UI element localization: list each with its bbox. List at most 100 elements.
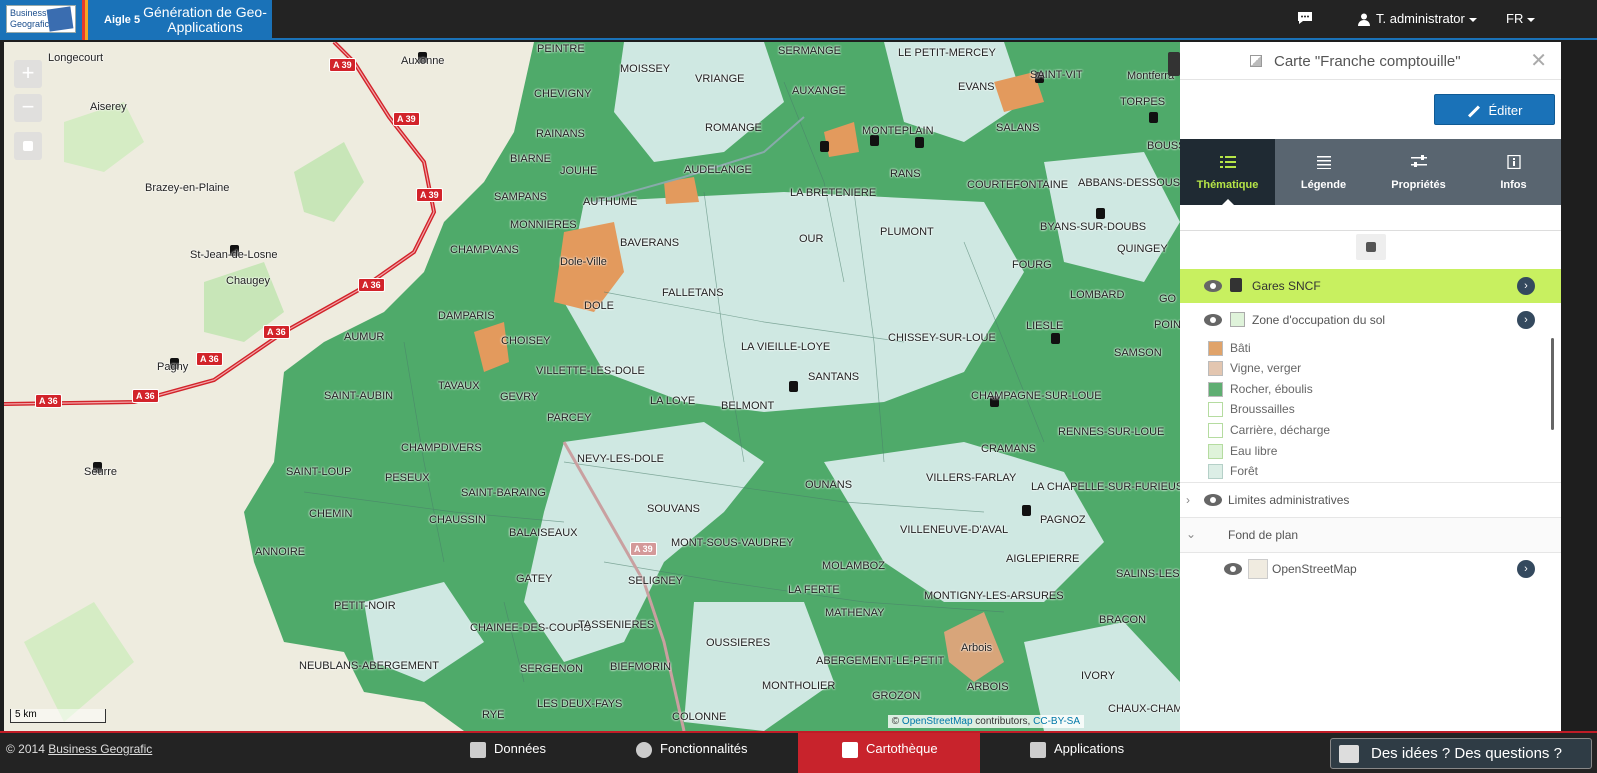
center-map-button[interactable] (1356, 234, 1386, 260)
sliders-icon (1411, 155, 1427, 169)
legend-scrollbar[interactable] (1551, 338, 1554, 430)
place-label: Aiserey (90, 101, 127, 113)
brand-version: Aigle 5 (104, 14, 141, 26)
place-label: CHEVIGNY (534, 88, 592, 100)
map-icon (1250, 55, 1262, 67)
business-geografic-link[interactable]: Business Geografic (48, 742, 152, 756)
tab-thematique[interactable]: Thématique (1180, 139, 1275, 205)
tab-spacer (1180, 205, 1561, 231)
language-menu[interactable]: FR (1506, 11, 1536, 26)
place-label: LA CHAPELLE-SUR-FURIEUSE (1031, 481, 1180, 493)
station-marker-icon[interactable] (820, 141, 829, 152)
place-label: GEVRY (500, 391, 539, 403)
map-canvas[interactable]: A 39 A 39 A 39 A 36 A 36 A 36 A 36 A 36 … (4, 42, 1180, 731)
brand[interactable]: Business Geografic Aigle 5 Génération de… (0, 0, 272, 40)
road-shield: A 36 (263, 325, 290, 339)
layer-openstreetmap[interactable]: OpenStreetMap › (1180, 552, 1561, 586)
tab-infos[interactable]: Infos (1466, 139, 1561, 205)
station-marker-icon[interactable] (1096, 208, 1105, 219)
place-label: RAINANS (536, 128, 585, 140)
place-label: SAINT-BARAING (461, 487, 546, 499)
tab-proprietes[interactable]: Propriétés (1371, 139, 1466, 205)
nav-fonctionnalites[interactable]: Fonctionnalités (636, 733, 786, 773)
eye-icon[interactable] (1204, 314, 1222, 326)
place-label: CHEMIN (309, 508, 353, 520)
nav-donnees[interactable]: Données (470, 733, 610, 773)
close-icon[interactable]: ✕ (1530, 48, 1547, 73)
place-label: RYE (482, 709, 505, 721)
station-marker-icon[interactable] (1022, 505, 1031, 516)
chevron-right-icon[interactable]: › (1186, 493, 1190, 507)
list-icon (1220, 155, 1236, 169)
place-label: ABBANS-DESSOUS (1078, 177, 1180, 189)
place-label: SANTANS (808, 371, 860, 383)
place-label: PARCEY (547, 412, 592, 424)
place-label: MONT-SOUS-VAUDREY (671, 537, 794, 549)
layer-gares-sncf[interactable]: Gares SNCF › (1180, 269, 1561, 303)
chevron-right-icon[interactable]: › (1517, 311, 1535, 329)
layer-limites-administratives[interactable]: › Limites administratives (1180, 483, 1561, 517)
feedback-button[interactable]: Des idées ? Des questions ? (1330, 738, 1592, 769)
lines-icon (1316, 155, 1332, 169)
place-label: SERGENON (520, 663, 583, 675)
zoom-in-button[interactable]: + (14, 60, 42, 88)
legend-swatch (1208, 361, 1223, 376)
eye-icon[interactable] (1204, 494, 1222, 506)
place-label: CHOISEY (501, 335, 551, 347)
place-label: CHAMPAGNE-SUR-LOUE (971, 390, 1102, 402)
osm-link[interactable]: OpenStreetMap (902, 716, 973, 727)
place-label: AIGLEPIERRE (1006, 553, 1080, 565)
place-label: LA FERTE (788, 584, 840, 596)
layer-zone-occupation[interactable]: Zone d'occupation du sol › (1180, 303, 1561, 337)
place-label: ABERGEMENT-LE-PETIT (816, 655, 945, 667)
panel-toggle-icon[interactable] (1168, 52, 1180, 76)
map-attribution: © OpenStreetMap contributors, CC-BY-SA (887, 715, 1084, 728)
place-label: QUINGEY (1117, 243, 1168, 255)
eye-icon[interactable] (1224, 563, 1242, 575)
business-geografic-logo: Business Geografic (6, 5, 76, 33)
station-marker-icon[interactable] (1149, 112, 1158, 123)
place-label: SAMSON (1114, 347, 1162, 359)
place-label: CHAINEE-DES-COUPIS (470, 622, 592, 634)
chevron-right-icon[interactable]: › (1517, 560, 1535, 578)
place-label: DAMPARIS (438, 310, 495, 322)
place-label: VILLERS-FARLAY (926, 472, 1017, 484)
place-label: CHAUSSIN (429, 514, 486, 526)
edit-button[interactable]: Éditer (1434, 94, 1555, 125)
brand-stripes (82, 0, 94, 40)
user-menu[interactable]: T. administrator (1358, 11, 1477, 27)
place-label: MONTIGNY-LES-ARSURES (924, 590, 1064, 602)
locate-button[interactable] (14, 132, 42, 160)
nav-cartotheque[interactable]: Cartothèque (798, 733, 980, 773)
tab-legende[interactable]: Légende (1276, 139, 1371, 205)
road-shield: A 39 (630, 542, 657, 556)
chevron-down-icon[interactable]: ⌄ (1186, 527, 1196, 541)
road-shield: A 39 (393, 112, 420, 126)
place-label: AUDELANGE (684, 164, 752, 176)
legend-swatch (1208, 464, 1223, 479)
grid-icon (842, 741, 858, 758)
place-label: SALANS (996, 122, 1040, 134)
eye-icon[interactable] (1204, 280, 1222, 292)
panel-header: Carte "Franche comptouille" ✕ (1180, 42, 1561, 80)
place-label: DOLE (584, 300, 614, 312)
megaphone-icon (1339, 745, 1359, 763)
place-label: ARBOIS (967, 681, 1009, 693)
place-label: RENNES-SUR-LOUE (1058, 426, 1165, 438)
place-label: Dole-Ville (560, 256, 607, 268)
station-marker-icon[interactable] (915, 137, 924, 148)
place-label: LA BRETENIERE (790, 187, 877, 199)
layer-fond-de-plan[interactable]: ⌄ Fond de plan (1180, 518, 1561, 552)
station-marker-icon[interactable] (789, 381, 798, 392)
zoom-out-button[interactable]: − (14, 94, 42, 122)
place-label: AUXANGE (792, 85, 846, 97)
place-label: JOUHE (560, 165, 598, 177)
chevron-right-icon[interactable]: › (1517, 277, 1535, 295)
place-label: SOUVANS (647, 503, 700, 515)
nav-applications[interactable]: Applications (1030, 733, 1170, 773)
license-link[interactable]: CC-BY-SA (1033, 716, 1080, 727)
chat-icon[interactable] (1296, 10, 1314, 29)
place-label: PAGNOZ (1040, 514, 1086, 526)
place-label: CHAMPDIVERS (401, 442, 482, 454)
station-marker-icon[interactable] (1051, 333, 1060, 344)
